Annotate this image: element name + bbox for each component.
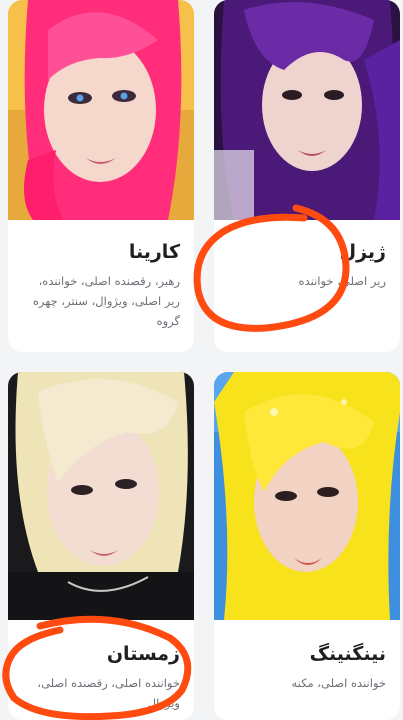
member-roles: رهبر، رقصنده اصلی، خواننده، ریر اصلی، وی…: [32, 273, 180, 328]
member-photo: [8, 372, 194, 620]
member-card-giselle[interactable]: ژیزل ریر اصلی، خواننده: [214, 0, 400, 352]
member-roles: خواننده اصلی، رقصنده اصلی، ویژوال: [37, 675, 180, 710]
member-photo: [214, 0, 400, 220]
member-name: کارینا: [128, 241, 180, 263]
member-photo: [214, 372, 400, 620]
member-card-ningning[interactable]: نینگنینگ خواننده اصلی، مکنه: [214, 372, 400, 720]
member-roles: خواننده اصلی، مکنه: [291, 675, 387, 690]
member-name: زمستان: [106, 643, 180, 665]
member-card-karina[interactable]: کارینا رهبر، رقصنده اصلی، خواننده، ریر ا…: [8, 0, 194, 352]
member-photo: [8, 0, 194, 220]
member-card-winter[interactable]: زمستان خواننده اصلی، رقصنده اصلی، ویژوال: [8, 372, 194, 720]
member-name: ژیزل: [339, 241, 386, 263]
member-roles: ریر اصلی، خواننده: [298, 273, 386, 288]
member-name: نینگنینگ: [309, 643, 386, 665]
